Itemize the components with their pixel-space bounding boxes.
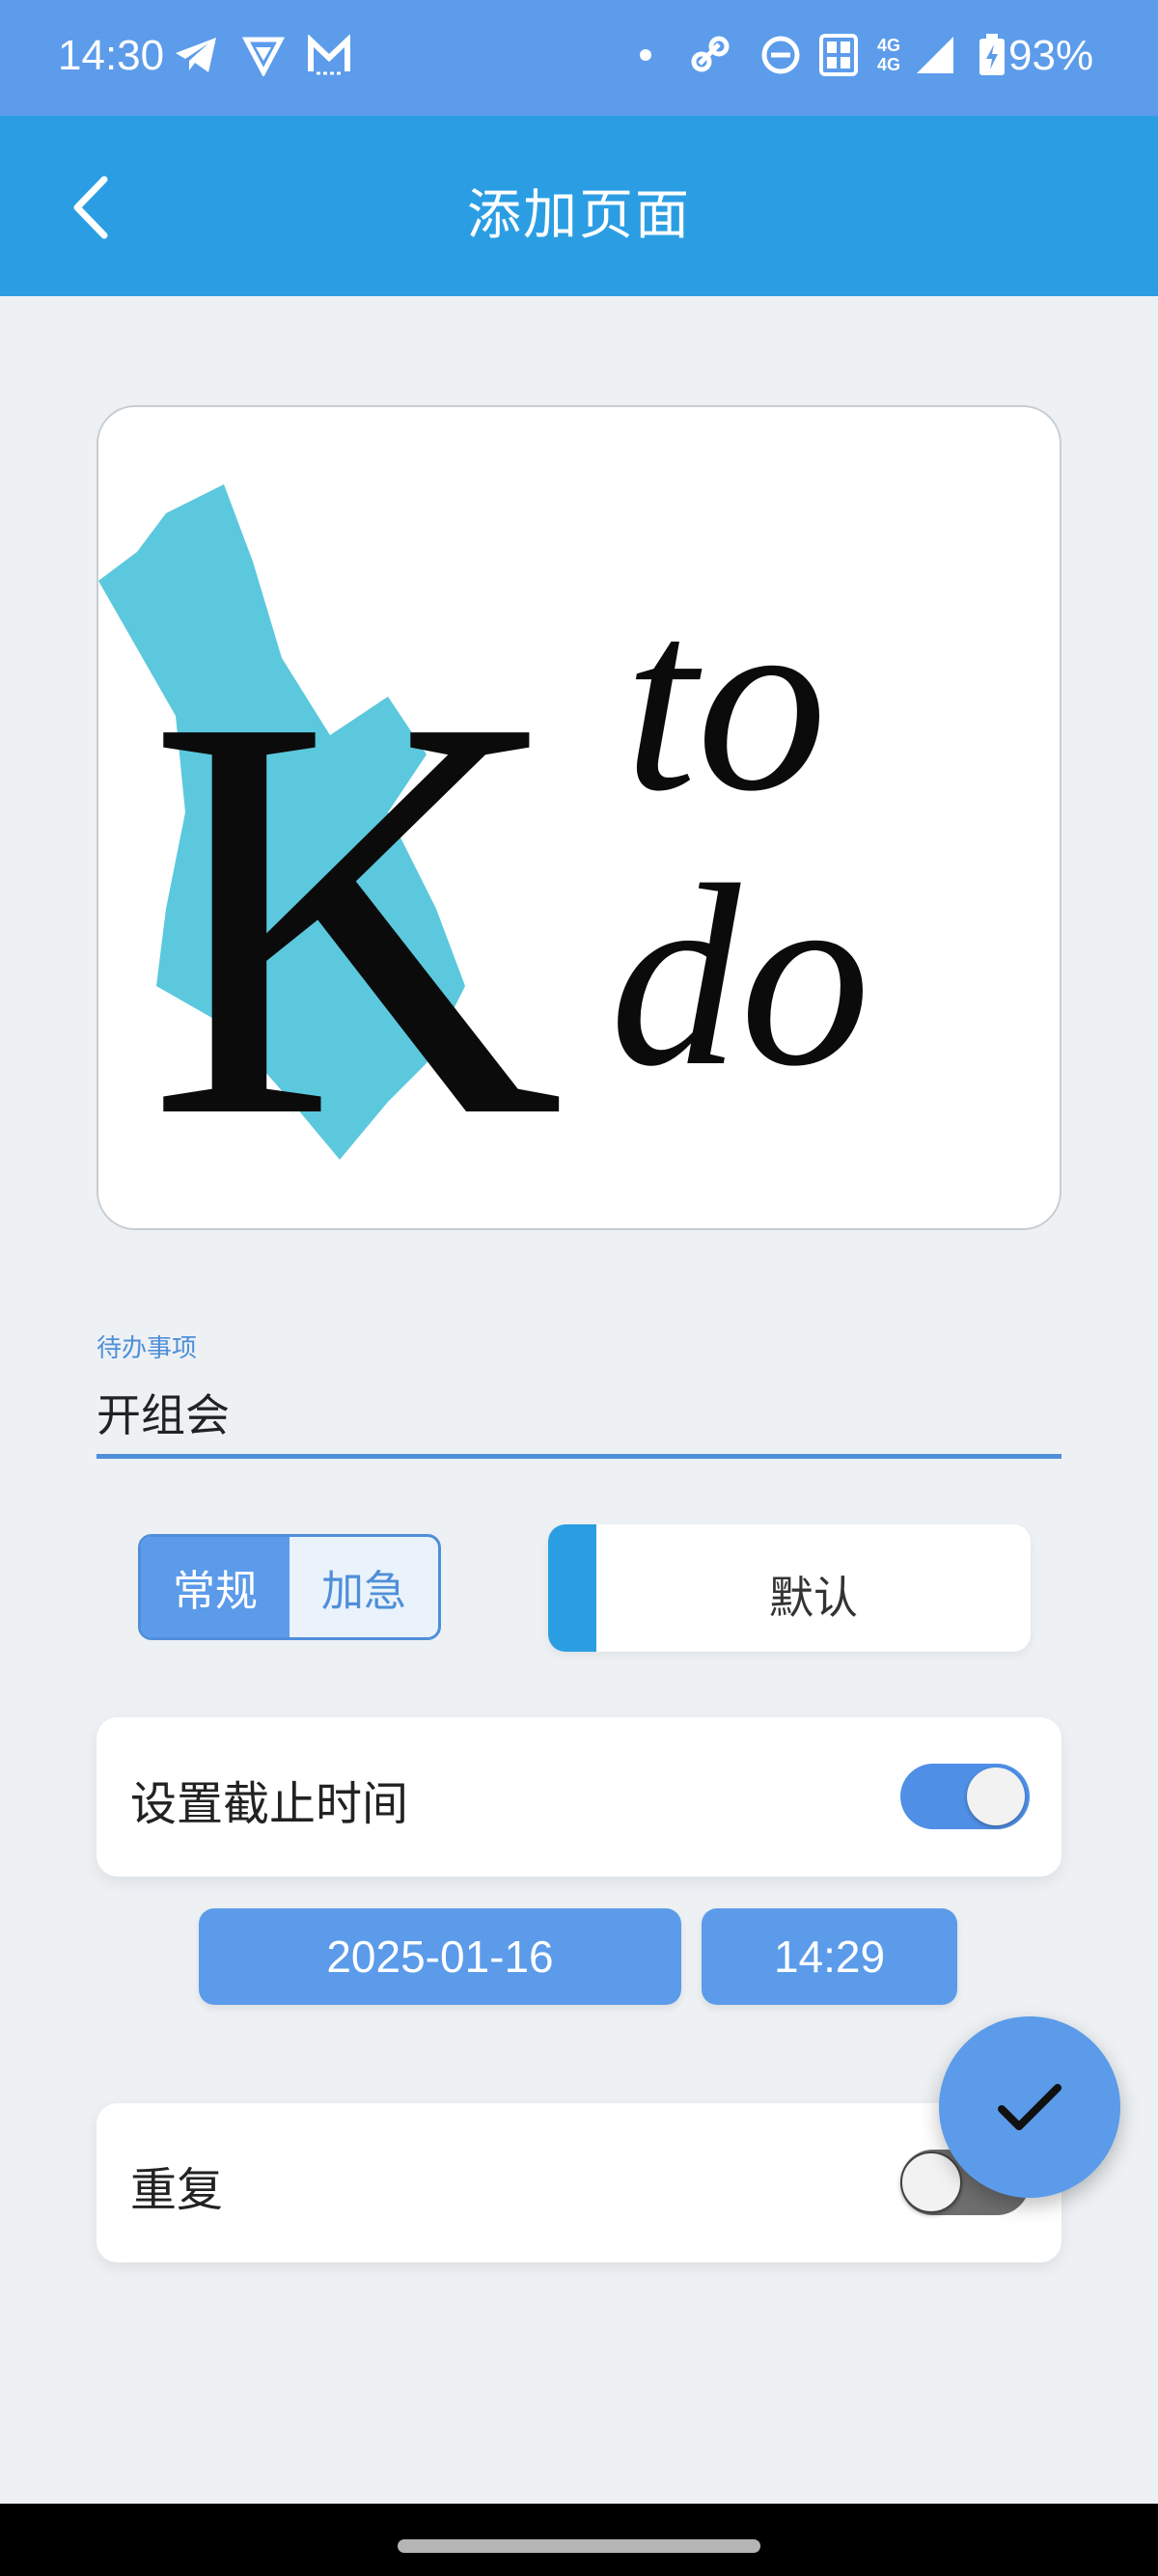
deadline-row: 设置截止时间	[96, 1717, 1062, 1877]
repeat-label: 重复	[130, 2163, 224, 2217]
link-icon	[688, 33, 732, 77]
telegram-icon	[174, 33, 218, 77]
home-indicator[interactable]	[398, 2539, 760, 2553]
priority-normal-button[interactable]: 常规	[141, 1537, 290, 1637]
do-not-disturb-icon	[758, 33, 803, 77]
check-icon	[998, 2084, 1062, 2130]
page-title: 添加页面	[467, 184, 691, 247]
status-bar: 14:30 4G 4G 93%	[0, 0, 1158, 116]
todo-field-label: 待办事项	[96, 1334, 198, 1363]
priority-segmented-control: 常规 加急	[138, 1534, 441, 1640]
todo-input[interactable]	[96, 1370, 1062, 1459]
battery-percent: 93%	[1008, 32, 1094, 79]
deadline-toggle[interactable]	[900, 1764, 1030, 1829]
time-picker-button[interactable]: 14:29	[702, 1908, 957, 2005]
category-selector[interactable]: 默认	[548, 1524, 1031, 1652]
dot-icon	[623, 33, 668, 77]
network-label-bottom: 4G	[876, 55, 900, 74]
toggle-knob	[967, 1768, 1025, 1825]
date-picker-button[interactable]: 2025-01-16	[199, 1908, 681, 2005]
save-fab-button[interactable]	[939, 2016, 1120, 2198]
nfc-icon	[816, 33, 861, 77]
logo-image[interactable]: K to do	[96, 405, 1062, 1230]
repeat-row: 重复	[96, 2103, 1062, 2262]
network-4g-icon: 4G 4G	[865, 33, 913, 77]
logo-line2: do	[610, 832, 870, 1120]
deadline-label: 设置截止时间	[130, 1777, 409, 1831]
network-label-top: 4G	[876, 36, 900, 55]
category-label: 默认	[769, 1572, 858, 1624]
signal-icon	[913, 33, 957, 77]
app-bar: 添加页面	[0, 116, 1158, 296]
mail-m-icon	[307, 33, 351, 77]
logo-letter: K	[147, 595, 565, 1230]
category-color-strip	[548, 1524, 596, 1652]
logo-line1: to	[624, 557, 827, 845]
priority-urgent-button[interactable]: 加急	[290, 1537, 438, 1637]
vpn-shield-icon	[241, 33, 286, 77]
toggle-knob	[900, 2151, 962, 2213]
status-time: 14:30	[58, 32, 165, 79]
system-nav-bar	[0, 2504, 1158, 2576]
